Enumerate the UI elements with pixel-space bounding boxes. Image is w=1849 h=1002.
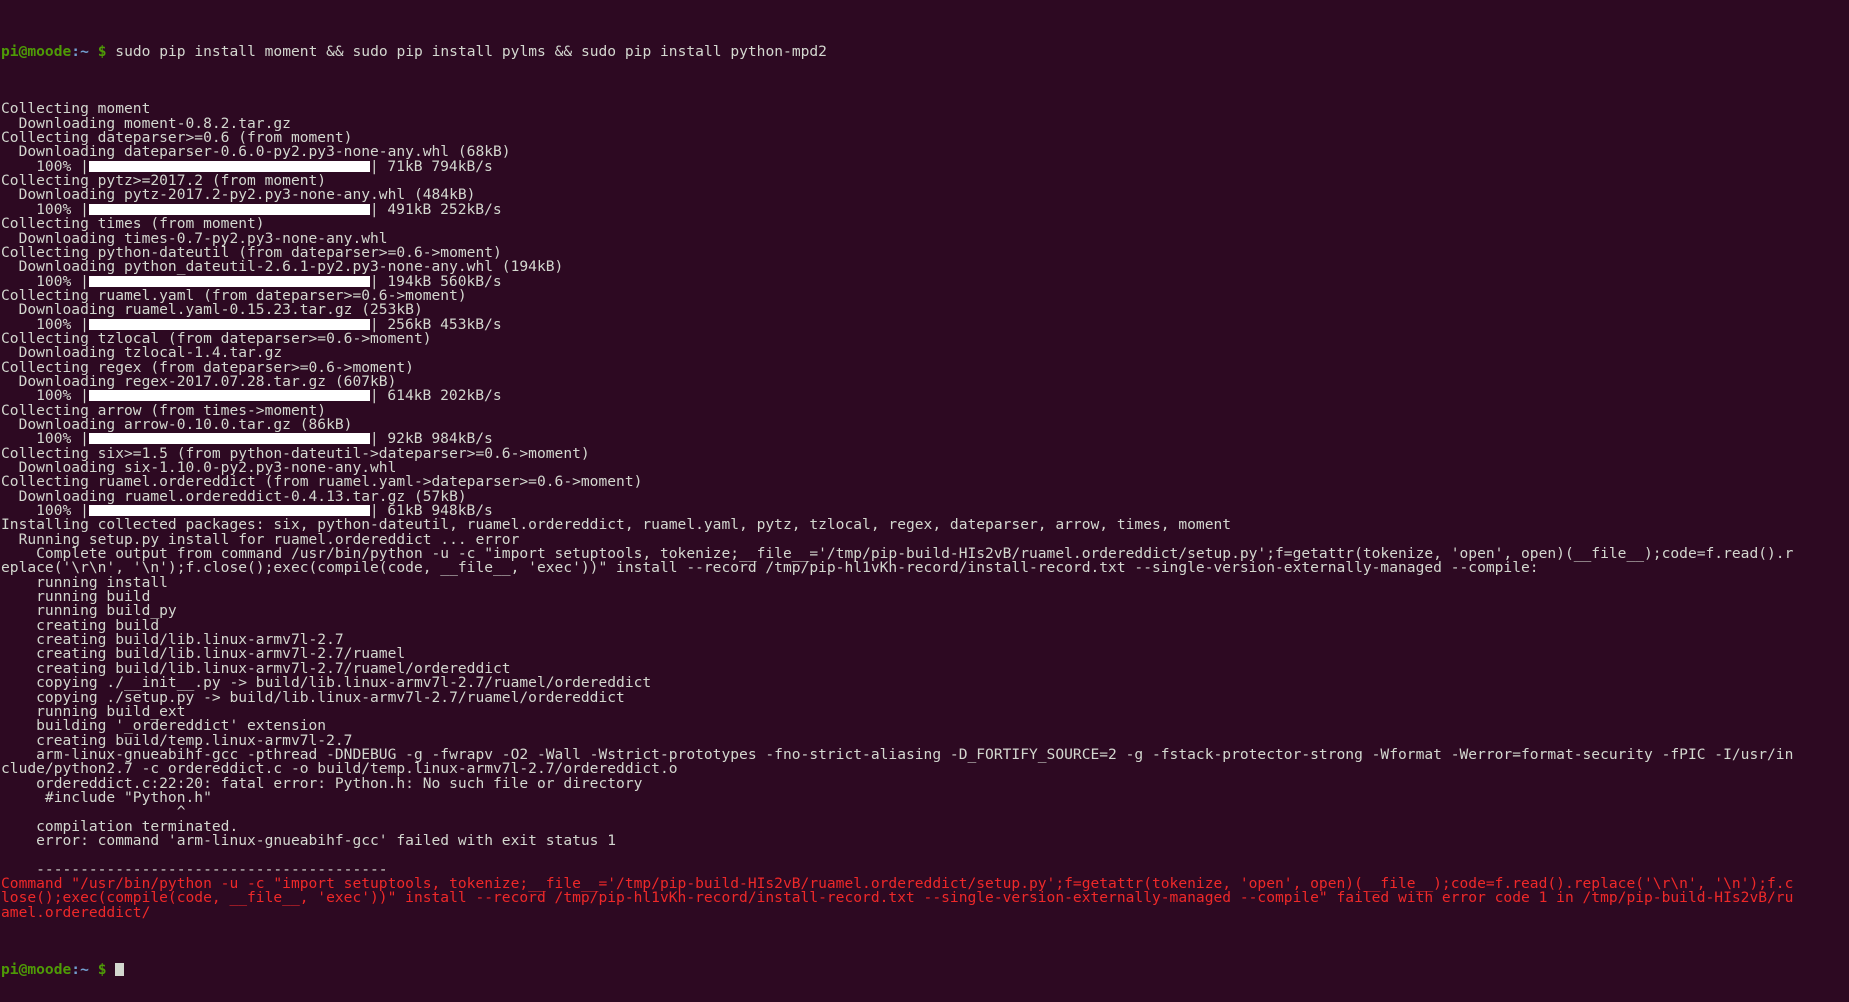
prompt-user-host: pi@moode <box>1 43 72 61</box>
progress-bar-fill <box>88 275 370 287</box>
output-line: running build_py <box>1 604 1849 619</box>
output-line: Downloading pytz-2017.2-py2.py3-none-any… <box>1 188 1849 203</box>
output-line: Downloading python_dateutil-2.6.1-py2.py… <box>1 259 1849 274</box>
command-prompt-line: pi@moode:~ $ sudo pip install moment && … <box>1 43 1849 61</box>
text-cursor <box>115 963 125 977</box>
progress-bar-fill <box>88 203 370 215</box>
prompt-separator: : <box>71 43 81 61</box>
output-line: running build <box>1 589 1849 604</box>
progress-bar-fill <box>88 433 370 445</box>
cursor-gap <box>106 961 115 978</box>
error-output-line: amel.ordereddict/ <box>1 903 1849 921</box>
error-text: amel.ordereddict/ <box>1 903 151 921</box>
progress-bar-fill <box>88 160 370 172</box>
final-prompt-path: ~ <box>80 961 89 979</box>
error-output-line: lose();exec(compile(code, __file__, 'exe… <box>1 889 1849 907</box>
error-text: lose();exec(compile(code, __file__, 'exe… <box>1 889 1794 907</box>
progress-bar-fill <box>88 318 370 330</box>
output-line: #include "Python.h" <box>1 790 1849 805</box>
progress-size-rate-label: | 71kB 794kB/s <box>369 157 493 175</box>
output-line: eplace('\r\n', '\n');f.close();exec(comp… <box>1 559 1849 577</box>
typed-command-prefix <box>106 43 115 60</box>
prompt-dollar <box>89 43 98 60</box>
final-prompt-space <box>89 961 98 978</box>
output-line: Downloading ruamel.ordereddict-0.4.13.ta… <box>1 489 1849 504</box>
output-line: copying ./setup.py -> build/lib.linux-ar… <box>1 690 1849 705</box>
prompt-path: ~ <box>80 43 89 61</box>
output-line: Downloading regex-2017.07.28.tar.gz (607… <box>1 374 1849 389</box>
terminal-output-pane[interactable]: pi@moode:~ $ sudo pip install moment && … <box>0 0 1849 1002</box>
output-line: Downloading arrow-0.10.0.tar.gz (86kB) <box>1 417 1849 432</box>
final-prompt-line: pi@moode:~ $ <box>1 961 1849 979</box>
output-line: ordereddict.c:22:20: fatal error: Python… <box>1 776 1849 791</box>
progress-size-rate-label: | 614kB 202kB/s <box>369 387 502 405</box>
output-line: Downloading dateparser-0.6.0-py2.py3-non… <box>1 145 1849 160</box>
output-line: error: command 'arm-linux-gnueabihf-gcc'… <box>1 831 1849 849</box>
progress-bar-fill <box>88 390 370 402</box>
output-line: ^ <box>1 804 1849 819</box>
final-prompt-user-host: pi@moode <box>1 961 72 979</box>
typed-command: sudo pip install moment && sudo pip inst… <box>115 43 827 61</box>
terminal-log-body: Collecting moment Downloading moment-0.8… <box>1 102 1849 920</box>
final-prompt-separator: : <box>71 961 81 979</box>
progress-bar-fill <box>88 505 370 517</box>
progress-size-rate-label: | 491kB 252kB/s <box>369 200 502 218</box>
output-line: Downloading ruamel.yaml-0.15.23.tar.gz (… <box>1 302 1849 317</box>
output-line: running install <box>1 575 1849 590</box>
progress-bar-line: 100% | | 491kB 252kB/s <box>1 200 1849 218</box>
output-text: error: command 'arm-linux-gnueabihf-gcc'… <box>1 831 617 849</box>
output-text: eplace('\r\n', '\n');f.close();exec(comp… <box>1 559 1539 577</box>
